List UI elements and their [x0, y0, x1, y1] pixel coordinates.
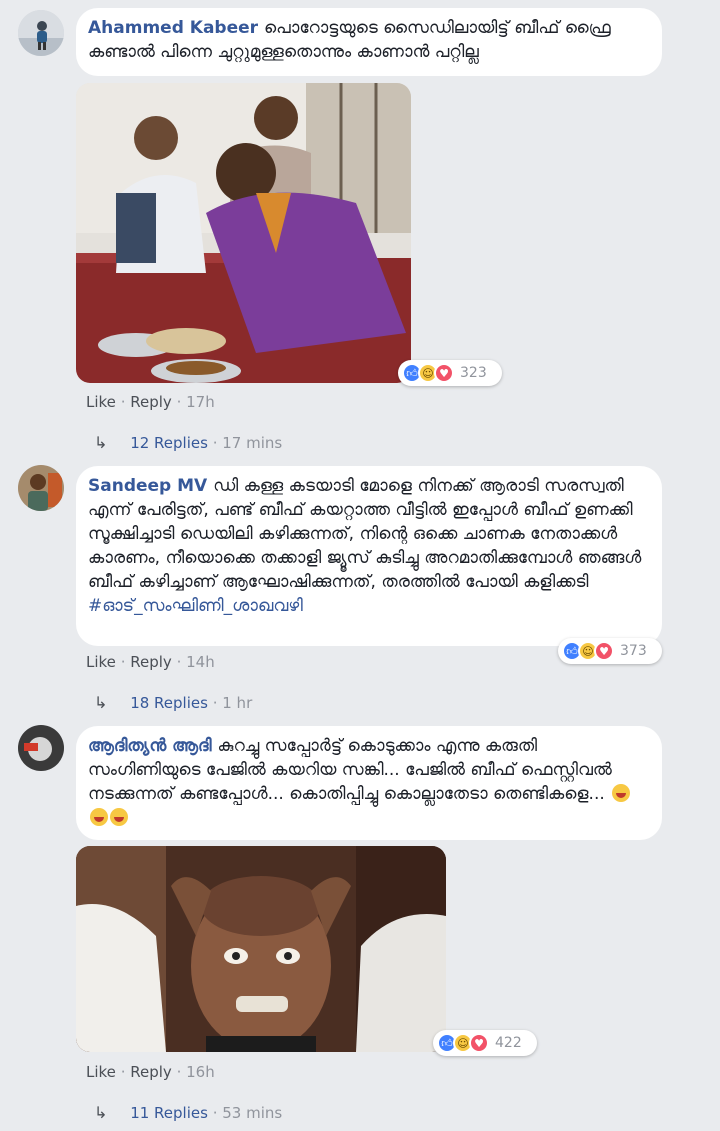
reply-arrow-icon: ↳	[94, 693, 108, 712]
reaction-summary[interactable]: 👍︎ ☺︎ ♥︎ 323	[398, 360, 502, 386]
reply-link[interactable]: Reply	[130, 1063, 172, 1081]
replies-link[interactable]: 11 Replies	[130, 1104, 208, 1122]
replies-row[interactable]: ↳ 12 Replies · 17 mins	[94, 433, 282, 452]
comment-time[interactable]: 17h	[186, 393, 215, 411]
reply-link[interactable]: Reply	[130, 393, 172, 411]
comment-bubble: Ahammed Kabeer പൊറോട്ടയുടെ സൈഡിലായിട്ട് ബ…	[76, 8, 662, 76]
replies-row[interactable]: ↳ 18 Replies · 1 hr	[94, 693, 252, 712]
hashtag-link[interactable]: #ഓട്_സംഘിണി_ശാഖവഴി	[88, 596, 303, 616]
avatar[interactable]	[18, 465, 64, 511]
comment-actions: Like · Reply · 16h	[86, 1063, 215, 1081]
reaction-count: 323	[460, 365, 487, 381]
comment-time[interactable]: 14h	[186, 653, 215, 671]
reaction-summary[interactable]: 👍︎ ☺︎ ♥︎ 373	[558, 638, 662, 664]
replies-link[interactable]: 12 Replies	[130, 434, 208, 452]
reply-arrow-icon: ↳	[94, 1103, 108, 1122]
reply-link[interactable]: Reply	[130, 653, 172, 671]
comment-bubble: ആദിത്യൻ ആദി കുറച്ചു സപ്പോർട്ട് കൊടുക്കാം …	[76, 726, 662, 840]
comment-actions: Like · Reply · 14h	[86, 653, 215, 671]
love-reaction-icon: ♥︎	[594, 641, 614, 661]
love-reaction-icon: ♥︎	[434, 363, 454, 383]
avatar[interactable]	[18, 10, 64, 56]
laughing-emoji-icon	[90, 808, 108, 826]
reply-arrow-icon: ↳	[94, 433, 108, 452]
comment-author[interactable]: Ahammed Kabeer	[88, 18, 258, 38]
like-link[interactable]: Like	[86, 653, 116, 671]
love-reaction-icon: ♥︎	[469, 1033, 489, 1053]
comment-bubble: Sandeep MV ഡി കള്ള കടയാടി മോളെ നിനക്ക് ആര…	[76, 466, 662, 646]
reaction-summary[interactable]: 👍︎ ☺︎ ♥︎ 422	[433, 1030, 537, 1056]
replies-link[interactable]: 18 Replies	[130, 694, 208, 712]
avatar[interactable]	[18, 725, 64, 771]
like-link[interactable]: Like	[86, 1063, 116, 1081]
comment-actions: Like · Reply · 17h	[86, 393, 215, 411]
reaction-count: 422	[495, 1035, 522, 1051]
replies-row[interactable]: ↳ 11 Replies · 53 mins	[94, 1103, 282, 1122]
like-link[interactable]: Like	[86, 393, 116, 411]
replies-time: 1 hr	[222, 694, 253, 712]
comment-author[interactable]: Sandeep MV	[88, 476, 207, 496]
replies-time: 53 mins	[222, 1104, 283, 1122]
laughing-emoji-icon	[612, 784, 631, 802]
laughing-emoji-icon	[110, 808, 128, 826]
replies-time: 17 mins	[222, 434, 283, 452]
reaction-count: 373	[620, 643, 647, 659]
comment-time[interactable]: 16h	[186, 1063, 215, 1081]
comment-photo[interactable]	[76, 846, 446, 1052]
comment-author[interactable]: ആദിത്യൻ ആദി	[88, 736, 212, 756]
comment-photo[interactable]	[76, 83, 411, 383]
